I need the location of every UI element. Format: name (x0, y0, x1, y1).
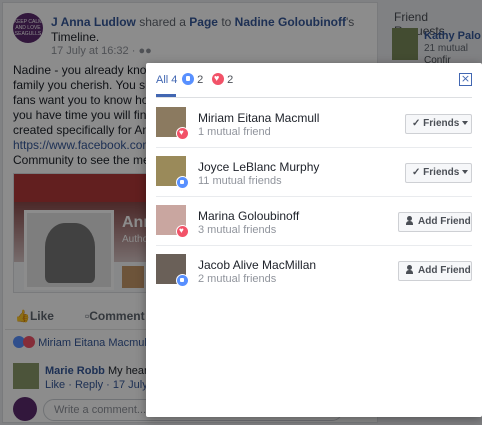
love-icon (176, 127, 189, 140)
mutual-friends[interactable]: 11 mutual friends (198, 175, 282, 187)
reactor-name[interactable]: Miriam Eitana Macmull (198, 111, 319, 125)
add-friend-button[interactable]: Add Friend (398, 261, 472, 281)
reactor-name[interactable]: Joyce LeBlanc Murphy (198, 160, 319, 174)
like-icon (176, 176, 189, 189)
avatar[interactable] (156, 254, 189, 287)
avatar[interactable] (156, 156, 189, 189)
list-item: Marina Goloubinoff 3 mutual friends Add … (156, 197, 472, 246)
add-friend-icon (405, 216, 414, 225)
avatar[interactable] (156, 107, 189, 140)
add-friend-button[interactable]: Add Friend (398, 212, 472, 232)
check-icon: ✓ (412, 118, 421, 129)
friends-button[interactable]: ✓ Friends (405, 163, 472, 183)
tab-like[interactable]: 2 (182, 73, 203, 93)
mutual-friends[interactable]: 1 mutual friend (198, 126, 271, 138)
reaction-tabs: All 4 2 2 (156, 63, 456, 97)
reactor-name[interactable]: Marina Goloubinoff (198, 209, 299, 223)
reactor-list: Miriam Eitana Macmull 1 mutual friend ✓ … (156, 99, 472, 295)
like-icon (182, 73, 194, 85)
love-icon (176, 225, 189, 238)
tabs-divider (156, 97, 472, 98)
tab-all[interactable]: All 4 (156, 73, 177, 93)
mutual-friends[interactable]: 3 mutual friends (198, 224, 276, 236)
avatar[interactable] (156, 205, 189, 238)
chevron-down-icon (462, 121, 469, 125)
friends-button[interactable]: ✓ Friends (405, 114, 472, 134)
reactor-name[interactable]: Jacob Alive MacMillan (198, 258, 316, 272)
chevron-down-icon (462, 170, 469, 174)
tab-love[interactable]: 2 (212, 72, 233, 93)
list-item: Joyce LeBlanc Murphy 11 mutual friends ✓… (156, 148, 472, 197)
like-icon (176, 274, 189, 287)
list-item: Miriam Eitana Macmull 1 mutual friend ✓ … (156, 99, 472, 148)
mutual-friends[interactable]: 2 mutual friends (198, 273, 276, 285)
love-icon (212, 72, 224, 85)
add-friend-icon (405, 265, 414, 274)
list-item: Jacob Alive MacMillan 2 mutual friends A… (156, 246, 472, 295)
reactions-dialog: All 4 2 2 × Miriam Eitana Macmull 1 mutu… (146, 63, 482, 417)
close-icon[interactable]: × (459, 73, 472, 86)
check-icon: ✓ (412, 167, 421, 178)
